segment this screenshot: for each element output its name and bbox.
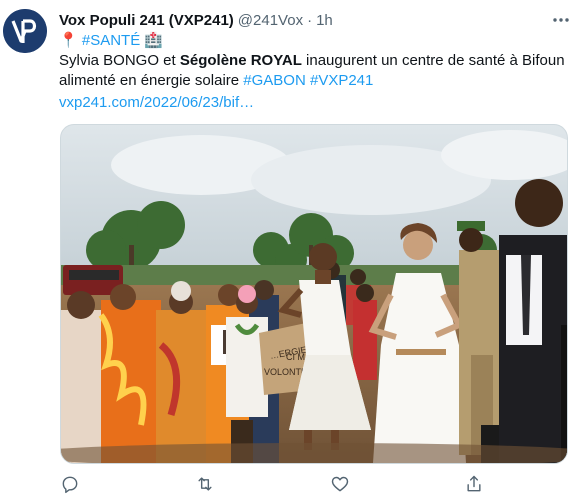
reply-icon xyxy=(62,476,78,494)
tweet-header: Vox Populi 241 (VXP241) @241Vox · 1h xyxy=(59,10,558,30)
retweet-button[interactable] xyxy=(195,474,217,496)
tweet-text-line-1: 📍 #SANTÉ 🏥 xyxy=(59,30,163,52)
hashtag-sante[interactable]: #SANTÉ xyxy=(82,32,140,49)
reply-button[interactable] xyxy=(60,474,82,496)
separator: · xyxy=(307,11,313,29)
vp-logo-icon xyxy=(3,9,47,53)
hashtag-gabon[interactable]: #GABON xyxy=(243,72,306,89)
pin-emoji: 📍 xyxy=(59,32,78,49)
heart-icon xyxy=(331,476,349,492)
text-segment: inaugurent un centre de santé à Bifoun xyxy=(301,52,565,69)
text-segment: alimenté en énergie solaire xyxy=(59,72,244,89)
tweet-photo[interactable]: …ERGIE CI M VOLONTE xyxy=(60,124,568,464)
hashtag-vxp241[interactable]: #VXP241 xyxy=(310,72,373,89)
like-button[interactable] xyxy=(330,474,352,496)
avatar[interactable] xyxy=(3,9,47,53)
bold-name: Ségolène ROYAL xyxy=(179,52,302,69)
text-segment: Sylvia BONGO et xyxy=(59,52,180,69)
tweet-text-line-3: alimenté en énergie solaire #GABON #VXP2… xyxy=(59,70,373,92)
photo-scene: …ERGIE CI M VOLONTE xyxy=(61,125,567,463)
timestamp[interactable]: 1h xyxy=(316,12,333,29)
share-button[interactable] xyxy=(464,474,486,496)
banner-text: VOLONTE xyxy=(264,367,307,377)
tweet-card[interactable]: Vox Populi 241 (VXP241) @241Vox · 1h 📍 #… xyxy=(0,0,588,501)
tweet-text-line-2: Sylvia BONGO et Ségolène ROYAL inauguren… xyxy=(59,50,565,72)
share-icon xyxy=(467,475,481,492)
hospital-emoji: 🏥 xyxy=(144,32,164,49)
tweet-actions xyxy=(60,474,540,496)
banner-text: CI M xyxy=(286,352,305,362)
author-handle[interactable]: @241Vox xyxy=(238,12,303,29)
more-button[interactable] xyxy=(550,12,572,28)
author-name[interactable]: Vox Populi 241 (VXP241) xyxy=(59,12,234,29)
tweet-link[interactable]: vxp241.com/2022/06/23/bif… xyxy=(59,92,254,114)
retweet-icon xyxy=(198,477,212,491)
more-horizontal-icon xyxy=(553,18,569,22)
